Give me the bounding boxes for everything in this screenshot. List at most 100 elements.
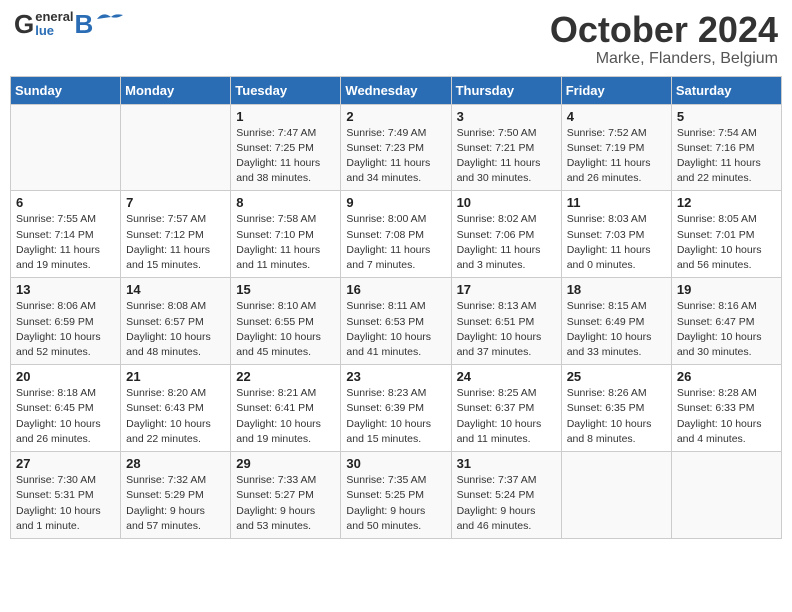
day-number: 30 xyxy=(346,456,445,471)
day-number: 24 xyxy=(457,369,556,384)
location-title: Marke, Flanders, Belgium xyxy=(550,50,778,68)
day-number: 17 xyxy=(457,282,556,297)
calendar-cell: 21Sunrise: 8:20 AM Sunset: 6:43 PM Dayli… xyxy=(121,365,231,452)
day-info: Sunrise: 7:50 AM Sunset: 7:21 PM Dayligh… xyxy=(457,126,556,187)
day-number: 5 xyxy=(677,109,776,124)
day-number: 16 xyxy=(346,282,445,297)
col-saturday: Saturday xyxy=(671,76,781,104)
day-info: Sunrise: 8:26 AM Sunset: 6:35 PM Dayligh… xyxy=(567,386,666,447)
col-friday: Friday xyxy=(561,76,671,104)
day-info: Sunrise: 8:08 AM Sunset: 6:57 PM Dayligh… xyxy=(126,299,225,360)
logo: G eneral lue B xyxy=(14,10,127,39)
logo-blue-text: lue xyxy=(35,24,73,38)
col-sunday: Sunday xyxy=(11,76,121,104)
day-number: 26 xyxy=(677,369,776,384)
day-number: 2 xyxy=(346,109,445,124)
day-number: 13 xyxy=(16,282,115,297)
calendar-cell xyxy=(671,452,781,539)
col-wednesday: Wednesday xyxy=(341,76,451,104)
day-info: Sunrise: 8:06 AM Sunset: 6:59 PM Dayligh… xyxy=(16,299,115,360)
day-number: 31 xyxy=(457,456,556,471)
day-number: 15 xyxy=(236,282,335,297)
logo-general-text: eneral xyxy=(35,10,73,24)
day-info: Sunrise: 8:20 AM Sunset: 6:43 PM Dayligh… xyxy=(126,386,225,447)
day-info: Sunrise: 7:49 AM Sunset: 7:23 PM Dayligh… xyxy=(346,126,445,187)
day-info: Sunrise: 8:21 AM Sunset: 6:41 PM Dayligh… xyxy=(236,386,335,447)
day-info: Sunrise: 8:05 AM Sunset: 7:01 PM Dayligh… xyxy=(677,212,776,273)
day-number: 14 xyxy=(126,282,225,297)
day-number: 12 xyxy=(677,195,776,210)
calendar-cell: 9 Sunrise: 8:00 AM Sunset: 7:08 PM Daylig… xyxy=(341,191,451,278)
day-number: 6 xyxy=(16,195,115,210)
day-info: Sunrise: 8:00 AM Sunset: 7:08 PM Dayligh… xyxy=(346,212,445,273)
day-number: 18 xyxy=(567,282,666,297)
logo-blue-b: B xyxy=(75,11,94,37)
calendar-cell: 6 Sunrise: 7:55 AM Sunset: 7:14 PM Daylig… xyxy=(11,191,121,278)
day-info: Sunrise: 7:52 AM Sunset: 7:19 PM Dayligh… xyxy=(567,126,666,187)
calendar-cell: 31 Sunrise: 7:37 AM Sunset: 5:24 PM Dayli… xyxy=(451,452,561,539)
calendar-cell: 18 Sunrise: 8:15 AM Sunset: 6:49 PM Dayli… xyxy=(561,278,671,365)
day-info: Sunrise: 8:02 AM Sunset: 7:06 PM Dayligh… xyxy=(457,212,556,273)
calendar-cell xyxy=(561,452,671,539)
day-info: Sunrise: 7:55 AM Sunset: 7:14 PM Dayligh… xyxy=(16,212,115,273)
day-info: Sunrise: 7:37 AM Sunset: 5:24 PM Dayligh… xyxy=(457,473,556,534)
day-number: 29 xyxy=(236,456,335,471)
calendar-cell: 27 Sunrise: 7:30 AM Sunset: 5:31 PM Dayli… xyxy=(11,452,121,539)
calendar-cell: 3 Sunrise: 7:50 AM Sunset: 7:21 PM Daylig… xyxy=(451,104,561,191)
day-number: 28 xyxy=(126,456,225,471)
calendar-cell: 29 Sunrise: 7:33 AM Sunset: 5:27 PM Dayli… xyxy=(231,452,341,539)
day-info: Sunrise: 7:30 AM Sunset: 5:31 PM Dayligh… xyxy=(16,473,115,534)
calendar-cell: 13 Sunrise: 8:06 AM Sunset: 6:59 PM Dayli… xyxy=(11,278,121,365)
calendar-cell: 16 Sunrise: 8:11 AM Sunset: 6:53 PM Dayli… xyxy=(341,278,451,365)
calendar-cell: 26Sunrise: 8:28 AM Sunset: 6:33 PM Dayli… xyxy=(671,365,781,452)
calendar-table: Sunday Monday Tuesday Wednesday Thursday… xyxy=(10,76,782,539)
day-number: 3 xyxy=(457,109,556,124)
day-info: Sunrise: 8:16 AM Sunset: 6:47 PM Dayligh… xyxy=(677,299,776,360)
calendar-cell: 1Sunrise: 7:47 AM Sunset: 7:25 PM Daylig… xyxy=(231,104,341,191)
calendar-cell: 2 Sunrise: 7:49 AM Sunset: 7:23 PM Daylig… xyxy=(341,104,451,191)
day-number: 22 xyxy=(236,369,335,384)
calendar-cell: 11 Sunrise: 8:03 AM Sunset: 7:03 PM Dayli… xyxy=(561,191,671,278)
logo-bird-icon xyxy=(95,9,127,29)
col-tuesday: Tuesday xyxy=(231,76,341,104)
calendar-cell: 12 Sunrise: 8:05 AM Sunset: 7:01 PM Dayli… xyxy=(671,191,781,278)
calendar-cell: 4Sunrise: 7:52 AM Sunset: 7:19 PM Daylig… xyxy=(561,104,671,191)
calendar-cell: 22 Sunrise: 8:21 AM Sunset: 6:41 PM Dayli… xyxy=(231,365,341,452)
calendar-week-row: 6 Sunrise: 7:55 AM Sunset: 7:14 PM Daylig… xyxy=(11,191,782,278)
calendar-cell: 14 Sunrise: 8:08 AM Sunset: 6:57 PM Dayli… xyxy=(121,278,231,365)
day-number: 20 xyxy=(16,369,115,384)
day-info: Sunrise: 8:03 AM Sunset: 7:03 PM Dayligh… xyxy=(567,212,666,273)
day-info: Sunrise: 7:54 AM Sunset: 7:16 PM Dayligh… xyxy=(677,126,776,187)
day-info: Sunrise: 8:11 AM Sunset: 6:53 PM Dayligh… xyxy=(346,299,445,360)
header-row: Sunday Monday Tuesday Wednesday Thursday… xyxy=(11,76,782,104)
day-number: 27 xyxy=(16,456,115,471)
day-info: Sunrise: 8:15 AM Sunset: 6:49 PM Dayligh… xyxy=(567,299,666,360)
day-info: Sunrise: 7:32 AM Sunset: 5:29 PM Dayligh… xyxy=(126,473,225,534)
calendar-cell: 10 Sunrise: 8:02 AM Sunset: 7:06 PM Dayli… xyxy=(451,191,561,278)
calendar-cell: 8 Sunrise: 7:58 AM Sunset: 7:10 PM Daylig… xyxy=(231,191,341,278)
calendar-cell: 25 Sunrise: 8:26 AM Sunset: 6:35 PM Dayli… xyxy=(561,365,671,452)
day-number: 10 xyxy=(457,195,556,210)
day-number: 23 xyxy=(346,369,445,384)
day-info: Sunrise: 8:25 AM Sunset: 6:37 PM Dayligh… xyxy=(457,386,556,447)
calendar-week-row: 13 Sunrise: 8:06 AM Sunset: 6:59 PM Dayli… xyxy=(11,278,782,365)
day-info: Sunrise: 7:33 AM Sunset: 5:27 PM Dayligh… xyxy=(236,473,335,534)
day-info: Sunrise: 7:57 AM Sunset: 7:12 PM Dayligh… xyxy=(126,212,225,273)
calendar-cell xyxy=(121,104,231,191)
logo-general-g: G xyxy=(14,11,34,37)
calendar-cell: 7Sunrise: 7:57 AM Sunset: 7:12 PM Daylig… xyxy=(121,191,231,278)
calendar-cell: 24 Sunrise: 8:25 AM Sunset: 6:37 PM Dayli… xyxy=(451,365,561,452)
col-monday: Monday xyxy=(121,76,231,104)
day-number: 8 xyxy=(236,195,335,210)
calendar-cell: 5 Sunrise: 7:54 AM Sunset: 7:16 PM Daylig… xyxy=(671,104,781,191)
day-number: 11 xyxy=(567,195,666,210)
day-number: 25 xyxy=(567,369,666,384)
day-info: Sunrise: 7:58 AM Sunset: 7:10 PM Dayligh… xyxy=(236,212,335,273)
day-number: 9 xyxy=(346,195,445,210)
calendar-cell: 15Sunrise: 8:10 AM Sunset: 6:55 PM Dayli… xyxy=(231,278,341,365)
day-info: Sunrise: 8:18 AM Sunset: 6:45 PM Dayligh… xyxy=(16,386,115,447)
title-block: October 2024 Marke, Flanders, Belgium xyxy=(550,10,778,68)
page-header: G eneral lue B October 2024 Marke, Fland… xyxy=(10,10,782,68)
calendar-cell: 28 Sunrise: 7:32 AM Sunset: 5:29 PM Dayli… xyxy=(121,452,231,539)
day-number: 1 xyxy=(236,109,335,124)
